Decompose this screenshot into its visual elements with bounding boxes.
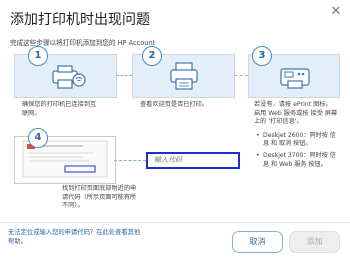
step-3-badge: 3 [252,46,272,66]
step-3-bullet-list: • Deskjet 2600：同时按 信 息 和 取消 按钮。 • Deskje… [256,132,336,169]
dialog-subtitle: 完成这些步骤以将打印机添加到您的 HP Account [10,39,156,47]
wifi-printer-icon [52,65,86,89]
step-2-badge: 2 [142,46,162,66]
dialog-title: 添加打印机时出现问题 [10,12,150,28]
bullet-item: • Deskjet 3700：同时按 信 息 和 Web 服务 按钮。 [256,152,336,168]
step-4-text: 找到打印页面底部附近的申 请代码（所示页面可能有所 不同）。 [62,185,137,210]
footer-divider [0,222,350,223]
step-3-text: 若没有，请按 ePrint 图标。 启用 Web 服务或按 接受 屏幕 上的 '… [254,101,338,126]
close-icon[interactable]: ✕ [329,5,343,19]
connector-dash [234,75,248,76]
code-input[interactable] [146,152,240,169]
step-4-badge: 4 [28,128,48,148]
cancel-button[interactable]: 取消 [232,231,283,253]
step-1-badge: 1 [28,46,48,66]
printer-panel-icon [280,68,310,89]
help-link[interactable]: 无法定位或输入您的申请代码？在此处查看其他 帮助。 [8,229,140,246]
connector-dash [114,160,146,161]
step-2-text: 查看欢迎页是否已打印。 [140,101,209,108]
printer-output-icon [170,62,198,90]
connector-dash [116,75,132,76]
step-1-text: 确保您的打印机已连接到互 联网。 [22,101,97,117]
bullet-item: • Deskjet 2600：同时按 信 息 和 取消 按钮。 [256,132,336,148]
add-button[interactable]: 添加 [289,231,340,253]
